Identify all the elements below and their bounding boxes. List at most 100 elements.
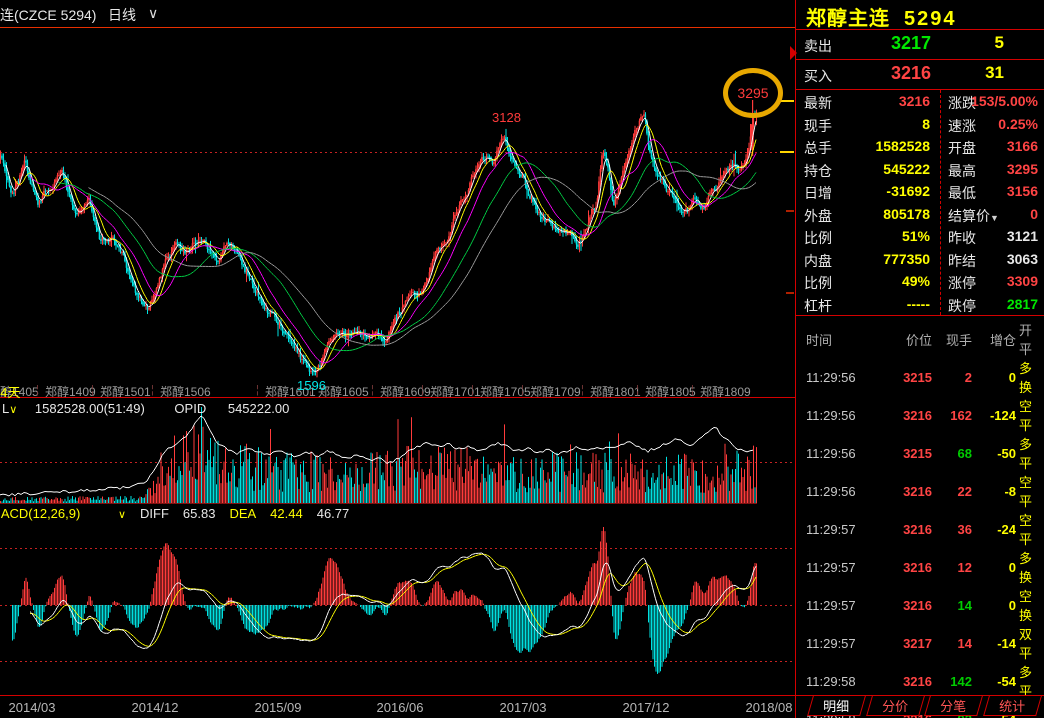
x-axis-label: 2016/06: [377, 700, 424, 715]
tape-header: 时间: [796, 330, 886, 349]
tape-flag: 多换: [1016, 358, 1044, 396]
ask-label: 卖出: [804, 36, 832, 56]
tape-flag: 空换: [1016, 586, 1044, 624]
tape-row[interactable]: 11:29:56321568-50多平: [796, 434, 1044, 472]
quote-label: 最新: [804, 93, 832, 113]
tab-label: 分价: [882, 696, 908, 715]
contract-label[interactable]: 郑醇1506: [160, 383, 211, 397]
quote-value: 545222: [848, 161, 930, 177]
macd-label[interactable]: MACD(12,26,9): [0, 506, 80, 521]
quote-label: 外盘: [804, 206, 832, 226]
quote-row: 比例51%昨收3121: [796, 225, 1044, 248]
tape-row[interactable]: 11:29:56321622-8空平: [796, 472, 1044, 510]
low-price-annotation: 1596: [297, 378, 326, 393]
x-axis-label: 2015/09: [255, 700, 302, 715]
quote-value: -31692: [848, 183, 930, 199]
chevron-down-icon[interactable]: ∨: [118, 508, 126, 521]
contract-separator: ¦: [691, 384, 694, 396]
instrument-title: 主连(CZCE 5294): [0, 5, 96, 25]
tab-分价[interactable]: 分价: [866, 696, 924, 716]
tape-row[interactable]: 11:29:57321636-24空平: [796, 510, 1044, 548]
days-annotation: 54天: [0, 382, 20, 401]
tape-time: 11:29:57: [796, 636, 886, 651]
quote-value: 3156: [954, 183, 1038, 199]
tape-flag: 多平: [1016, 434, 1044, 472]
contract-separator: ¦: [636, 384, 639, 396]
bid-row[interactable]: 买入 3216 31: [796, 60, 1044, 89]
tape-chg: 0: [972, 370, 1016, 385]
tape-vol: 14: [932, 636, 972, 651]
quote-value: 3295: [954, 161, 1038, 177]
futures-terminal: 主连(CZCE 5294) 日线 ∨ MA组合(5,10,20,40,60,0)…: [0, 0, 1044, 718]
quote-value: 8: [848, 116, 930, 132]
quote-value: 777350: [848, 251, 930, 267]
quote-row: 持仓545222最高3295: [796, 158, 1044, 181]
contract-separator: ¦: [256, 384, 259, 396]
bid-price: 3216: [836, 63, 931, 84]
quote-row: 比例49%涨停3309: [796, 270, 1044, 293]
ask-row[interactable]: 卖出 3217 5: [796, 30, 1044, 59]
high-price-circle-annotation: 3295: [723, 68, 783, 118]
tape-chg: 0: [972, 598, 1016, 613]
contract-label[interactable]: 郑醇1501: [100, 383, 151, 397]
quote-row: 日增-31692最低3156: [796, 180, 1044, 203]
bid-label: 买入: [804, 66, 832, 86]
tape-row[interactable]: 11:29:573216120多换: [796, 548, 1044, 586]
quote-value: 805178: [848, 206, 930, 222]
panel-pointer-icon: [790, 46, 797, 60]
tape-time: 11:29:56: [796, 446, 886, 461]
macd-value: 65.83: [183, 506, 216, 521]
chevron-down-icon[interactable]: ∨: [9, 404, 17, 416]
tape-flag: 空平: [1016, 396, 1044, 434]
panel-tabs: 明细 分价 分笔统计: [796, 695, 1044, 718]
macd-value: 46.77: [317, 506, 350, 521]
quote-row: 现手8速涨0.25%: [796, 113, 1044, 136]
tab-分笔[interactable]: 分笔: [924, 696, 982, 716]
contract-separator: ¦: [581, 384, 584, 396]
tape-flag: 多换: [1016, 548, 1044, 586]
contract-separator: ¦: [91, 384, 94, 396]
tape-row[interactable]: 11:29:573216140空换: [796, 586, 1044, 624]
quote-grid: 最新3216涨跌153/5.00%现手8速涨0.25%总手1582528开盘31…: [796, 90, 1044, 315]
axis-tick-price: [780, 151, 794, 153]
macd-value: 42.44: [270, 506, 303, 521]
quote-value: 0: [954, 206, 1038, 222]
tape-row[interactable]: 11:29:563216162-124空平: [796, 396, 1044, 434]
tape-vol: 2: [932, 370, 972, 385]
quote-grid-divider: [940, 90, 941, 315]
tab-label: 分笔: [940, 696, 966, 715]
x-axis-label: 2018/08: [746, 700, 793, 715]
tape-price: 3216: [886, 484, 932, 499]
tape-row[interactable]: 11:29:56321520多换: [796, 358, 1044, 396]
quote-value: 153/5.00%: [954, 93, 1038, 109]
contract-label[interactable]: 郑醇1409: [45, 383, 96, 397]
tape-row[interactable]: 11:29:57321714-14双平: [796, 624, 1044, 662]
contract-separator: ¦: [421, 384, 424, 396]
tape-header: 开平: [1016, 320, 1044, 358]
panel-title: 郑醇主连5294: [806, 2, 957, 31]
period-selector[interactable]: 日线: [108, 5, 136, 25]
contract-label[interactable]: 郑醇1805: [645, 383, 696, 397]
tape-time: 11:29:56: [796, 370, 886, 385]
tape-chg: -8: [972, 484, 1016, 499]
quote-value: 51%: [848, 228, 930, 244]
tape-vol: 142: [932, 674, 972, 689]
quote-label: 现手: [804, 116, 832, 136]
chevron-down-icon[interactable]: ∨: [148, 5, 158, 22]
macd-chart[interactable]: [0, 522, 795, 695]
quote-value: 3216: [848, 93, 930, 109]
contract-label[interactable]: 郑醇1801: [590, 383, 641, 397]
main-candle-chart[interactable]: [0, 28, 795, 383]
contract-labels-row: 郑醇1405¦郑醇1409¦郑醇1501¦郑醇1506¦郑醇1601¦郑醇160…: [0, 383, 795, 397]
tape-vol: 68: [932, 446, 972, 461]
tape-price: 3216: [886, 674, 932, 689]
tape-time: 11:29:57: [796, 522, 886, 537]
contract-label[interactable]: 郑醇1709: [530, 383, 581, 397]
tape-vol: 36: [932, 522, 972, 537]
tab-明细[interactable]: 明细: [807, 696, 865, 716]
quote-value: -----: [848, 296, 930, 312]
quote-row: 内盘777350昨结3063: [796, 248, 1044, 271]
contract-label[interactable]: 郑醇1809: [700, 383, 751, 397]
tab-统计[interactable]: 统计: [983, 696, 1041, 716]
tab-label: 明细: [823, 696, 849, 715]
